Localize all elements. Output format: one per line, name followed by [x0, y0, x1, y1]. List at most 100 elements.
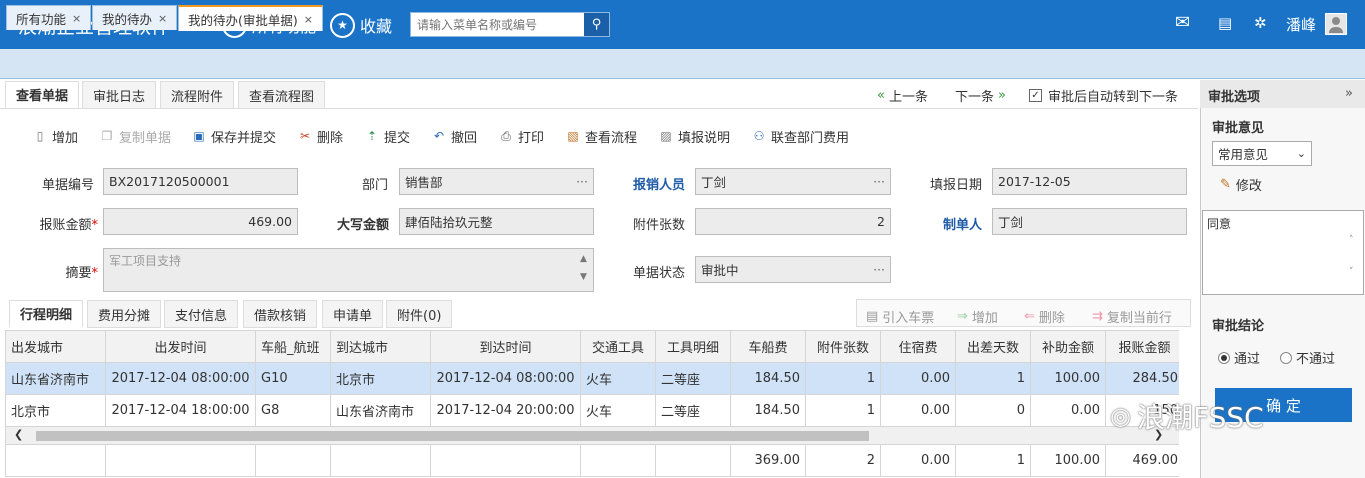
opinion-textarea[interactable]: 同意	[1202, 210, 1364, 295]
column-header[interactable]: 交通工具	[580, 330, 656, 363]
column-header[interactable]: 工具明细	[655, 330, 731, 363]
amount-field[interactable]: 469.00	[103, 208, 298, 235]
subtab-flow-attachments[interactable]: 流程附件	[160, 81, 235, 109]
table-cell[interactable]: 0.00	[880, 362, 956, 395]
online-service-icon[interactable]: ✉	[1175, 12, 1190, 33]
add-button[interactable]: ▯ 增加	[33, 126, 78, 146]
column-header[interactable]: 车船费	[730, 330, 806, 363]
fill-instructions-button[interactable]: ▨ 填报说明	[659, 126, 730, 146]
gridtab-payment-info[interactable]: 支付信息	[164, 300, 239, 328]
gridtab-application[interactable]: 申请单	[322, 300, 384, 328]
print-button[interactable]: ⎙ 打印	[499, 126, 544, 146]
column-header[interactable]: 住宿费	[880, 330, 956, 363]
tab-my-todo-approval[interactable]: 我的待办(审批单据) ×	[178, 5, 323, 31]
column-header[interactable]: 车船_航班	[255, 330, 331, 363]
copy-doc-button[interactable]: ❐ 复制单据	[100, 126, 171, 146]
summary-field[interactable]: 军工项目支持	[103, 248, 594, 292]
column-header[interactable]: 出发时间	[105, 330, 256, 363]
table-cell[interactable]: 2017-12-04 08:00:00	[430, 362, 581, 395]
checkbox-checked-icon[interactable]: ✓	[1029, 89, 1042, 102]
import-ticket-button[interactable]: ▤ 引入车票	[866, 307, 934, 326]
delete-button[interactable]: ✂ 删除	[298, 126, 343, 146]
doc-no-field[interactable]: BX2017120500001	[103, 168, 298, 195]
column-header[interactable]: 出发城市	[5, 330, 106, 363]
table-cell[interactable]: 二等座	[655, 362, 731, 395]
gear-icon[interactable]: ✲	[1254, 14, 1267, 32]
radio-icon[interactable]	[1280, 351, 1292, 364]
lookup-icon[interactable]: ···	[873, 174, 885, 189]
maker-field[interactable]: 丁剑	[992, 208, 1187, 235]
column-header[interactable]: 到达城市	[330, 330, 431, 363]
textarea-scroll-icon[interactable]: ˄ ˅	[1349, 224, 1354, 288]
table-cell[interactable]: G8	[255, 394, 331, 427]
grid-delete-button[interactable]: ⇐ 删除	[1024, 307, 1065, 326]
gridtab-cost-allocation[interactable]: 费用分摊	[87, 300, 162, 328]
gridtab-itinerary[interactable]: 行程明细	[9, 300, 84, 328]
column-header[interactable]: 附件张数	[805, 330, 881, 363]
table-cell[interactable]: 2017-12-04 08:00:00	[105, 362, 256, 395]
table-cell[interactable]: 北京市	[330, 362, 431, 395]
table-cell[interactable]: 0.00	[1030, 394, 1106, 427]
close-icon[interactable]: ×	[158, 12, 167, 25]
table-cell[interactable]: 2017-12-04 18:00:00	[105, 394, 256, 427]
fill-date-field[interactable]: 2017-12-05	[992, 168, 1187, 195]
table-cell[interactable]: 火车	[580, 394, 656, 427]
horizontal-scrollbar[interactable]: ❮ ❯	[5, 426, 1179, 445]
collapse-icon[interactable]: »	[1345, 86, 1353, 101]
column-header[interactable]: 出差天数	[955, 330, 1031, 363]
submit-button[interactable]: ⇡ 提交	[365, 126, 410, 146]
dept-expense-button[interactable]: ⚇ 联查部门费用	[752, 126, 849, 146]
withdraw-button[interactable]: ↶ 撤回	[432, 126, 477, 146]
table-row[interactable]: 山东省济南市 2017-12-04 08:00:00 G10 北京市 2017-…	[5, 362, 1179, 395]
message-icon[interactable]: ▤	[1218, 14, 1232, 32]
prev-record-button[interactable]: «上一条	[877, 86, 928, 105]
grid-add-button[interactable]: ⇒ 增加	[957, 307, 998, 326]
close-icon[interactable]: ×	[72, 12, 81, 25]
table-cell[interactable]: 284.50	[1105, 362, 1179, 395]
table-cell[interactable]: 1	[955, 362, 1031, 395]
auto-next-toggle[interactable]: ✓ 审批后自动转到下一条	[1029, 86, 1178, 105]
table-cell[interactable]: 1	[805, 394, 881, 427]
table-cell[interactable]: 0	[955, 394, 1031, 427]
save-submit-button[interactable]: ▣ 保存并提交	[192, 126, 276, 146]
lookup-icon[interactable]: ···	[576, 174, 588, 189]
subtab-view-flowchart[interactable]: 查看流程图	[238, 81, 326, 109]
table-cell[interactable]: 100.00	[1030, 362, 1106, 395]
favorites-menu[interactable]: ★ 收藏	[330, 11, 392, 39]
table-cell[interactable]: G10	[255, 362, 331, 395]
user-name[interactable]: 潘峰	[1286, 14, 1316, 35]
avatar[interactable]	[1325, 13, 1347, 35]
scroll-arrows-icon[interactable]: ▲ ▼	[580, 250, 587, 286]
search-input[interactable]	[411, 13, 584, 36]
tab-all-functions[interactable]: 所有功能 ×	[6, 5, 92, 30]
column-header[interactable]: 到达时间	[430, 330, 581, 363]
view-flow-button[interactable]: ▧ 查看流程	[566, 126, 637, 146]
subtab-view-doc[interactable]: 查看单据	[5, 81, 80, 109]
claimant-field[interactable]: 丁剑 ···	[695, 168, 891, 195]
table-row[interactable]: 北京市 2017-12-04 18:00:00 G8 山东省济南市 2017-1…	[5, 394, 1179, 427]
amount-cn-field[interactable]: 肆佰陆拾玖元整	[399, 208, 594, 235]
table-cell[interactable]: 山东省济南市	[5, 362, 106, 395]
edit-opinion-button[interactable]: ✎ 修改	[1220, 175, 1262, 194]
lookup-icon[interactable]: ···	[873, 262, 885, 277]
column-header[interactable]: 报账金额	[1105, 330, 1179, 363]
tab-my-todo[interactable]: 我的待办 ×	[92, 5, 178, 30]
dept-field[interactable]: 销售部 ···	[399, 168, 594, 195]
table-cell[interactable]: 1	[805, 362, 881, 395]
fail-radio[interactable]: 不通过	[1280, 348, 1335, 367]
table-cell[interactable]: 184.50	[730, 394, 806, 427]
common-opinion-select[interactable]: 常用意见 ⌄	[1212, 141, 1312, 166]
column-header[interactable]: 补助金额	[1030, 330, 1106, 363]
table-cell[interactable]: 184.50	[730, 362, 806, 395]
table-cell[interactable]: 0.00	[880, 394, 956, 427]
close-icon[interactable]: ×	[304, 13, 313, 26]
gridtab-attachments[interactable]: 附件(0)	[386, 300, 453, 328]
search-icon[interactable]: ⚲	[584, 13, 609, 36]
gridtab-loan-writeoff[interactable]: 借款核销	[243, 300, 318, 328]
pass-radio[interactable]: 通过	[1218, 348, 1260, 367]
radio-checked-icon[interactable]	[1218, 351, 1230, 364]
copy-row-button[interactable]: ⇉ 复制当前行	[1092, 307, 1172, 326]
table-cell[interactable]: 火车	[580, 362, 656, 395]
table-cell[interactable]: 2017-12-04 20:00:00	[430, 394, 581, 427]
scrollbar-thumb[interactable]	[36, 431, 869, 441]
